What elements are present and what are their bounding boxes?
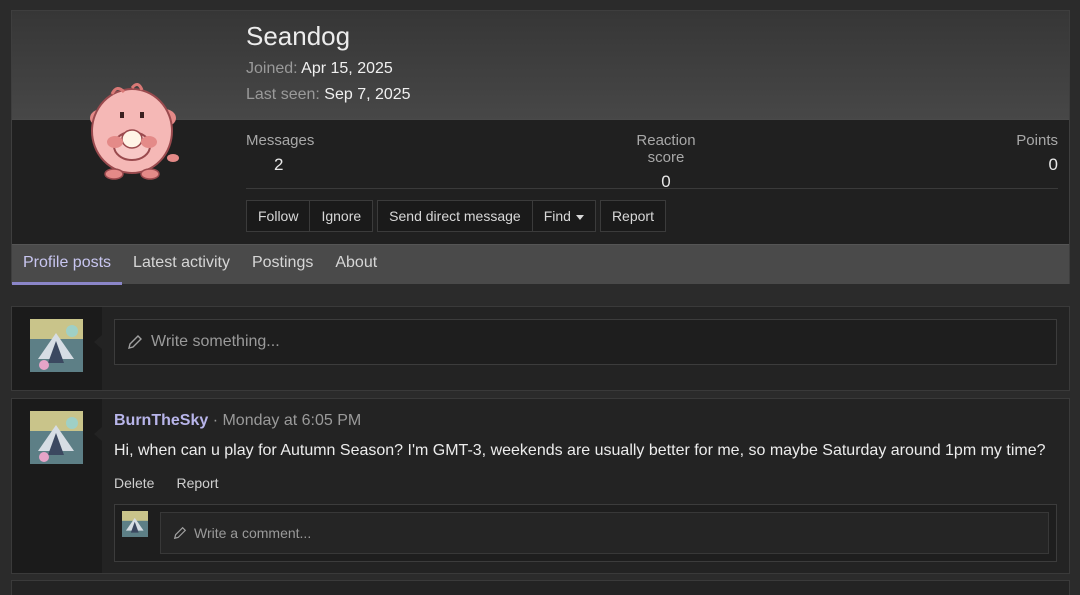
find-menu-button[interactable]: Find [531, 200, 596, 232]
report-profile-button[interactable]: Report [599, 200, 666, 232]
stat-messages-value[interactable]: 2 [246, 155, 314, 175]
pencil-icon [173, 526, 187, 540]
post-author-link[interactable]: BurnTheSky [114, 412, 208, 429]
write-avatar-column [12, 307, 102, 390]
profile-action-bar: Follow Ignore Send direct message Find R… [246, 200, 666, 232]
stat-points-value: 0 [1048, 155, 1058, 174]
next-profile-post [11, 580, 1070, 595]
post-actions: Delete Report [114, 475, 219, 491]
post-timestamp[interactable]: · Monday at 6:05 PM [213, 412, 362, 429]
joined-label: Joined: [246, 60, 298, 77]
page: Seandog Joined: Apr 15, 2025 Last seen: … [0, 0, 1080, 595]
profile-post: BurnTheSky · Monday at 6:05 PM Hi, when … [11, 398, 1070, 574]
pencil-icon [128, 335, 142, 349]
post-report-link[interactable]: Report [176, 475, 218, 491]
last-seen-value: Sep 7, 2025 [324, 86, 411, 103]
stat-points-label: Points [1016, 132, 1058, 149]
caret-down-icon [575, 214, 584, 220]
comment-box: Write a comment... [114, 504, 1057, 562]
stat-points: Points 0 [1016, 132, 1058, 175]
send-direct-message-button[interactable]: Send direct message [377, 200, 533, 232]
tab-profile-posts[interactable]: Profile posts [12, 245, 123, 285]
stat-reaction-value: 0 [661, 172, 671, 191]
stat-messages[interactable]: Messages 2 [246, 132, 314, 175]
tab-about[interactable]: About [324, 245, 388, 285]
stat-reaction-label: Reaction score [636, 132, 696, 166]
post-pointer [94, 427, 102, 441]
post-body: Hi, when can u play for Autumn Season? I… [114, 442, 1046, 459]
post-main: BurnTheSky · Monday at 6:05 PM Hi, when … [102, 399, 1069, 573]
write-pointer [94, 335, 102, 349]
chansey-avatar-icon [90, 83, 179, 180]
tab-postings[interactable]: Postings [241, 245, 324, 285]
write-something-placeholder: Write something... [151, 333, 280, 350]
write-comment-placeholder: Write a comment... [194, 525, 312, 541]
stats-divider [246, 188, 1058, 189]
find-button-label: Find [543, 208, 571, 224]
write-comment-input[interactable]: Write a comment... [160, 512, 1049, 554]
joined-line: Joined: Apr 15, 2025 [246, 60, 393, 78]
stat-messages-label: Messages [246, 132, 315, 149]
post-author-avatar-icon[interactable] [30, 411, 83, 464]
profile-header: Seandog Joined: Apr 15, 2025 Last seen: … [11, 10, 1070, 285]
profile-tabs: Profile posts Latest activity Postings A… [12, 244, 1069, 285]
post-delete-link[interactable]: Delete [114, 475, 154, 491]
follow-button[interactable]: Follow [246, 200, 311, 232]
user-avatar-icon[interactable] [30, 319, 83, 372]
joined-value: Apr 15, 2025 [301, 60, 393, 77]
dm-find-group: Send direct message Find [377, 200, 596, 232]
tab-latest-activity[interactable]: Latest activity [122, 245, 241, 285]
profile-username: Seandog [246, 21, 351, 51]
profile-avatar[interactable] [72, 76, 192, 186]
new-profile-post: Write something... [11, 306, 1070, 391]
follow-ignore-group: Follow Ignore [246, 200, 374, 232]
comment-avatar-icon [122, 511, 148, 537]
ignore-button[interactable]: Ignore [309, 200, 374, 232]
post-header: BurnTheSky · Monday at 6:05 PM [114, 412, 361, 430]
write-main: Write something... [102, 307, 1069, 390]
write-something-input[interactable]: Write something... [114, 319, 1057, 365]
last-seen-label: Last seen: [246, 86, 320, 103]
stat-reaction-score: Reaction score 0 [616, 132, 716, 192]
last-seen-line: Last seen: Sep 7, 2025 [246, 86, 411, 104]
